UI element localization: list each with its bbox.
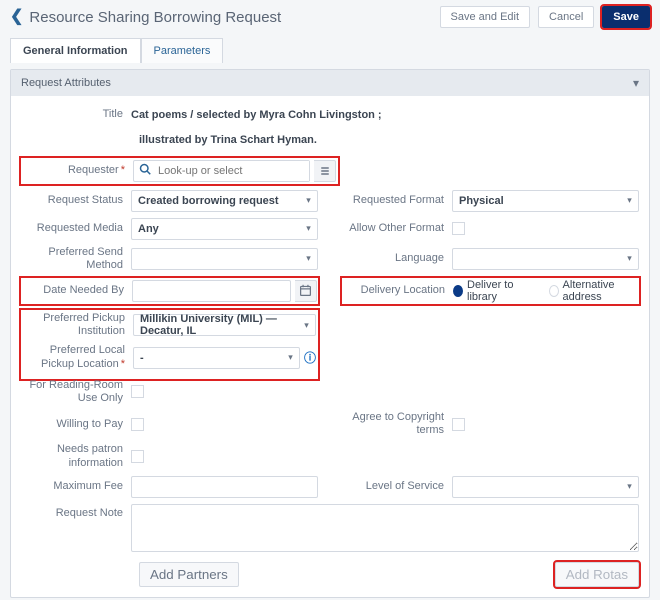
media-label: Requested Media bbox=[21, 222, 131, 235]
requester-lookup[interactable] bbox=[133, 160, 310, 182]
requester-label: Requester* bbox=[23, 164, 133, 177]
title-value: Cat poems / selected by Myra Cohn Living… bbox=[131, 109, 382, 121]
reading-room-label: For Reading-Room Use Only bbox=[21, 379, 131, 405]
max-fee-input[interactable] bbox=[131, 476, 318, 498]
media-select[interactable]: Any▾ bbox=[131, 218, 318, 240]
language-select[interactable]: ▾ bbox=[452, 248, 639, 270]
los-select[interactable]: ▾ bbox=[452, 476, 639, 498]
format-select[interactable]: Physical▾ bbox=[452, 190, 639, 212]
needs-info-checkbox[interactable] bbox=[131, 450, 144, 463]
send-method-label: Preferred Send Method bbox=[21, 246, 131, 272]
language-label: Language bbox=[342, 252, 452, 265]
los-label: Level of Service bbox=[342, 480, 452, 493]
tabs: General Information Parameters bbox=[10, 38, 650, 63]
request-attributes-header[interactable]: Request Attributes ▾ bbox=[11, 70, 649, 96]
willing-pay-label: Willing to Pay bbox=[21, 418, 131, 431]
allow-other-label: Allow Other Format bbox=[342, 222, 452, 235]
pickup-loc-label: Preferred Local Pickup Location* bbox=[23, 344, 133, 370]
save-edit-button[interactable]: Save and Edit bbox=[440, 6, 531, 28]
page-header: ❮ Resource Sharing Borrowing Request Sav… bbox=[10, 6, 650, 28]
requester-input[interactable] bbox=[156, 161, 309, 181]
title-line2: illustrated by Trina Schart Hyman. bbox=[21, 132, 639, 150]
tab-parameters[interactable]: Parameters bbox=[141, 38, 224, 63]
delivery-radio-alt[interactable]: Alternative address bbox=[549, 279, 638, 303]
pickup-loc-select[interactable]: -▾ bbox=[133, 347, 300, 369]
delivery-label: Delivery Location bbox=[343, 284, 453, 297]
note-label: Request Note bbox=[21, 504, 131, 520]
request-attributes-panel: Request Attributes ▾ Title Cat poems / s… bbox=[10, 69, 650, 598]
panel-title: Request Attributes bbox=[21, 77, 111, 89]
request-note[interactable] bbox=[131, 504, 639, 552]
info-icon[interactable]: ⓘ bbox=[304, 349, 316, 366]
back-button[interactable]: ❮ bbox=[10, 9, 23, 25]
reading-room-checkbox[interactable] bbox=[131, 385, 144, 398]
tab-general[interactable]: General Information bbox=[10, 38, 141, 63]
add-rotas-button[interactable]: Add Rotas bbox=[555, 562, 639, 587]
title-label: Title bbox=[21, 108, 131, 121]
status-select[interactable]: Created borrowing request▾ bbox=[131, 190, 318, 212]
needs-info-label: Needs patron information bbox=[21, 443, 131, 469]
add-partners-button[interactable]: Add Partners bbox=[139, 562, 239, 587]
status-label: Request Status bbox=[21, 194, 131, 207]
search-icon bbox=[134, 163, 156, 178]
allow-other-checkbox[interactable] bbox=[452, 222, 465, 235]
date-needed-input[interactable] bbox=[132, 280, 291, 302]
pickup-inst-select[interactable]: Millikin University (MIL) —Decatur, IL▾ bbox=[133, 314, 316, 336]
format-label: Requested Format bbox=[342, 194, 452, 207]
max-fee-label: Maximum Fee bbox=[21, 480, 131, 493]
chevron-down-icon: ▾ bbox=[633, 76, 639, 90]
page-title: Resource Sharing Borrowing Request bbox=[29, 9, 281, 26]
willing-pay-checkbox[interactable] bbox=[131, 418, 144, 431]
save-button[interactable]: Save bbox=[602, 6, 650, 28]
cancel-button[interactable]: Cancel bbox=[538, 6, 594, 28]
copyright-checkbox[interactable] bbox=[452, 418, 465, 431]
delivery-radio-library[interactable]: Deliver to library bbox=[453, 279, 531, 303]
pickup-inst-label: Preferred Pickup Institution bbox=[23, 312, 133, 338]
date-needed-label: Date Needed By bbox=[22, 284, 132, 297]
copyright-label: Agree to Copyright terms bbox=[342, 411, 452, 437]
calendar-icon[interactable] bbox=[295, 280, 317, 302]
send-method-select[interactable]: ▾ bbox=[131, 248, 318, 270]
list-icon[interactable] bbox=[314, 160, 336, 182]
